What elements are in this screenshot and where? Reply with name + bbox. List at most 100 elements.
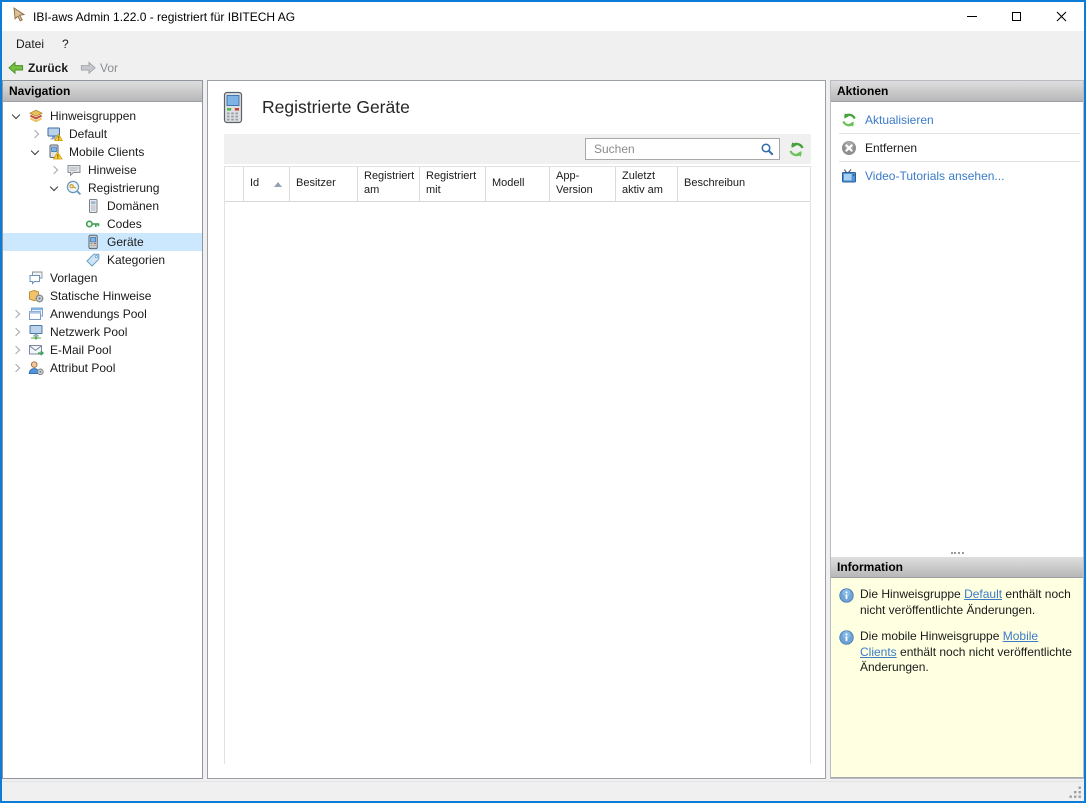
maximize-button[interactable] — [994, 2, 1039, 31]
tree-item-mobile-clients[interactable]: Mobile Clients — [3, 143, 202, 161]
information-area: Die Hinweisgruppe Default enthält noch n… — [831, 578, 1083, 778]
menu-datei[interactable]: Datei — [7, 33, 53, 55]
tree-item-label: Vorlagen — [50, 271, 98, 285]
device-header-icon — [223, 91, 243, 124]
chevron-right-icon[interactable] — [49, 165, 59, 175]
column-registriert-am[interactable]: Registriert am — [358, 167, 420, 201]
chevron-down-icon[interactable] — [49, 182, 59, 191]
info-text: Die mobile Hinweisgruppe — [860, 629, 1003, 644]
tag-icon — [85, 252, 101, 268]
menu-bar: Datei ? — [2, 31, 1084, 56]
column-beschreibung[interactable]: Beschreibun — [678, 167, 812, 201]
tree-item-statische-hinweise[interactable]: Statische Hinweise — [3, 287, 202, 305]
notice-groups-icon — [28, 108, 44, 124]
tree-item-attribut-pool[interactable]: Attribut Pool — [3, 359, 202, 377]
refresh-icon[interactable] — [788, 141, 805, 158]
action-aktualisieren[interactable]: Aktualisieren — [831, 106, 1083, 133]
search-toolbar — [224, 134, 811, 164]
actions-header: Aktionen — [831, 81, 1083, 102]
tree-item-hinweisgruppen[interactable]: Hinweisgruppen — [3, 107, 202, 125]
back-button[interactable]: Zurück — [2, 59, 74, 77]
tree-item-label: Default — [69, 127, 108, 141]
video-icon — [841, 168, 857, 184]
devices-table: Id Besitzer Registriert am Registriert m… — [224, 166, 811, 764]
tree-item-label: Mobile Clients — [69, 145, 145, 159]
tree-item-hinweise[interactable]: Hinweise — [3, 161, 202, 179]
info-circle-icon — [839, 588, 854, 603]
tree-item-email-pool[interactable]: E-Mail Pool — [3, 341, 202, 359]
column-app-version[interactable]: App-Version — [550, 167, 616, 201]
column-modell[interactable]: Modell — [486, 167, 550, 201]
chevron-right-icon[interactable] — [11, 309, 21, 319]
close-button[interactable] — [1039, 2, 1084, 31]
key-icon — [85, 216, 101, 232]
tree-item-label: Statische Hinweise — [50, 289, 152, 303]
minimize-button[interactable] — [949, 2, 994, 31]
devices-table-body — [225, 202, 810, 764]
devices-table-header: Id Besitzer Registriert am Registriert m… — [225, 167, 810, 202]
chevron-right-icon[interactable] — [11, 345, 21, 355]
templates-icon — [28, 270, 44, 286]
tree-item-default[interactable]: Default — [3, 125, 202, 143]
device-icon — [85, 234, 101, 250]
navigation-panel: Navigation Hinweisgruppen Default Mobile… — [2, 80, 203, 779]
chevron-right-icon[interactable] — [30, 129, 40, 139]
chevron-down-icon[interactable] — [11, 110, 21, 119]
tree-item-label: Domänen — [107, 199, 160, 213]
attribute-pool-icon — [28, 360, 44, 376]
chevron-right-icon[interactable] — [11, 363, 21, 373]
panel-splitter[interactable] — [831, 552, 1083, 554]
navigation-tree: Hinweisgruppen Default Mobile Clients Hi… — [3, 102, 202, 377]
maximize-icon — [1012, 12, 1021, 21]
column-registriert-mit[interactable]: Registriert mit — [420, 167, 486, 201]
main-content-panel: Registrierte Geräte Id Besitzer Registri… — [207, 80, 826, 779]
tree-item-codes[interactable]: Codes — [3, 215, 202, 233]
tree-item-anwendungs-pool[interactable]: Anwendungs Pool — [3, 305, 202, 323]
action-entfernen[interactable]: Entfernen — [831, 134, 1083, 161]
actions-area: Aktualisieren Entfernen Video-Tutorials … — [831, 102, 1083, 557]
tree-item-geraete[interactable]: Geräte — [3, 233, 202, 251]
column-row-selector[interactable] — [225, 167, 244, 201]
tree-item-netzwerk-pool[interactable]: Netzwerk Pool — [3, 323, 202, 341]
forward-button[interactable]: Vor — [74, 59, 124, 77]
menu-help[interactable]: ? — [53, 33, 78, 55]
minimize-icon — [966, 16, 977, 17]
title-bar: IBI-aws Admin 1.22.0 - registriert für I… — [2, 2, 1084, 31]
tree-item-label: Geräte — [107, 235, 144, 249]
network-pool-icon — [28, 324, 44, 340]
link-default[interactable]: Default — [964, 587, 1002, 601]
forward-arrow-icon — [80, 61, 96, 75]
resize-grip-icon[interactable] — [1069, 786, 1082, 799]
monitor-warning-icon — [47, 126, 63, 142]
column-id[interactable]: Id — [244, 167, 290, 201]
navigation-header: Navigation — [3, 81, 202, 102]
search-input[interactable] — [586, 140, 754, 158]
tree-item-label: E-Mail Pool — [50, 343, 112, 357]
column-zuletzt-aktiv-am[interactable]: Zuletzt aktiv am — [616, 167, 678, 201]
right-panel: Aktionen Aktualisieren Entfernen Video-T… — [830, 80, 1084, 779]
tree-item-registrierung[interactable]: Registrierung — [3, 179, 202, 197]
app-icon — [11, 6, 27, 27]
tree-item-vorlagen[interactable]: Vorlagen — [3, 269, 202, 287]
tree-item-label: Registrierung — [88, 181, 160, 195]
column-besitzer[interactable]: Besitzer — [290, 167, 358, 201]
back-arrow-icon — [8, 61, 24, 75]
search-icon[interactable] — [760, 142, 775, 157]
info-item-default: Die Hinweisgruppe Default enthält noch n… — [839, 587, 1077, 618]
info-text: Die Hinweisgruppe — [860, 587, 965, 601]
tree-item-label: Hinweisgruppen — [50, 109, 137, 123]
status-bar — [2, 781, 1084, 801]
page-title: Registrierte Geräte — [262, 97, 410, 117]
tree-item-domaenen[interactable]: Domänen — [3, 197, 202, 215]
domain-icon — [85, 198, 101, 214]
action-video-tutorials[interactable]: Video-Tutorials ansehen... — [831, 162, 1083, 189]
application-pool-icon — [28, 306, 44, 322]
info-circle-icon — [839, 630, 854, 645]
chevron-right-icon[interactable] — [11, 327, 21, 337]
info-item-mobile-clients: Die mobile Hinweisgruppe Mobile Clients … — [839, 629, 1077, 676]
chevron-down-icon[interactable] — [30, 146, 40, 155]
information-header: Information — [831, 557, 1083, 578]
tree-item-label: Attribut Pool — [50, 361, 116, 375]
registration-icon — [66, 180, 82, 196]
tree-item-kategorien[interactable]: Kategorien — [3, 251, 202, 269]
